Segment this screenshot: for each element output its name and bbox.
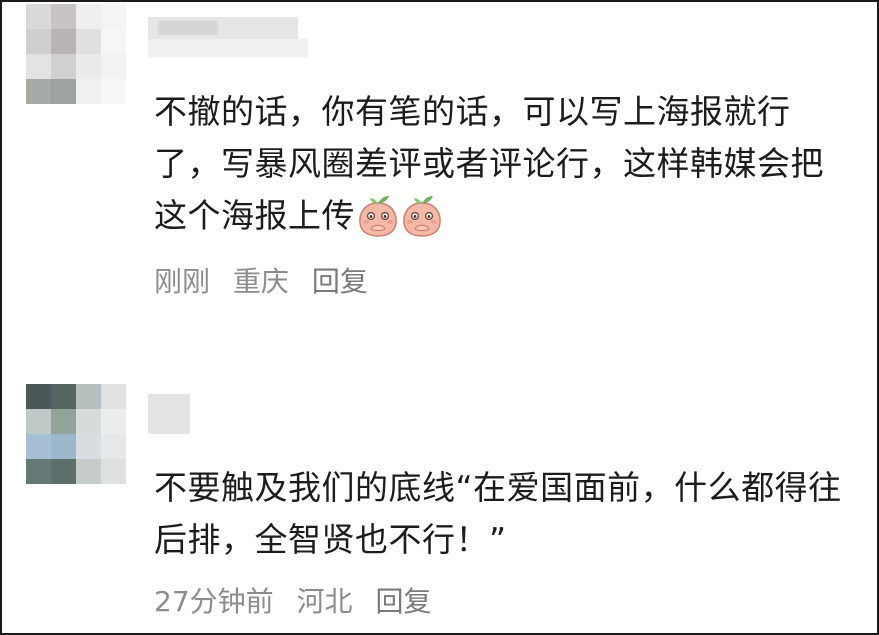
avatar-mosaic-cell <box>26 409 51 434</box>
avatar-mosaic-cell <box>26 79 51 104</box>
avatar-mosaic-cell <box>26 459 51 484</box>
avatar-mosaic-cell <box>101 29 126 54</box>
avatar-mosaic-cell <box>101 459 126 484</box>
reply-button[interactable]: 回复 <box>312 265 368 298</box>
avatar-mosaic-cell <box>101 54 126 79</box>
comment-meta: 27分钟前 河北 回复 <box>154 580 431 620</box>
avatar-mosaic-cell <box>101 79 126 104</box>
comment-text: 不要触及我们的底线“在爱国面前，什么都得往后排，全智贤也不行！” <box>154 462 854 566</box>
avatar-mosaic-cell <box>26 384 51 409</box>
comment-time: 27分钟前 <box>154 585 274 618</box>
avatar[interactable] <box>26 384 126 484</box>
avatar-mosaic-cell <box>51 54 76 79</box>
avatar-mosaic-cell <box>26 54 51 79</box>
avatar-mosaic-cell <box>51 434 76 459</box>
comment-time: 刚刚 <box>154 265 211 298</box>
username-blurred[interactable] <box>148 17 308 57</box>
avatar-mosaic-cell <box>76 54 101 79</box>
avatar-mosaic-cell <box>76 409 101 434</box>
avatar-mosaic-cell <box>51 4 76 29</box>
avatar-mosaic-cell <box>76 79 101 104</box>
comment-location: 重庆 <box>232 265 289 298</box>
comment-item: 不撤的话，你有笔的话，可以写上海报就行了，写暴风圈差评或者评论行，这样韩媒会把这… <box>2 2 877 342</box>
avatar-mosaic-cell <box>26 434 51 459</box>
avatar-mosaic-cell <box>51 29 76 54</box>
comment-meta: 刚刚 重庆 回复 <box>154 260 368 300</box>
avatar-mosaic-cell <box>51 459 76 484</box>
comment-location: 河北 <box>296 585 353 618</box>
avatar-mosaic-cell <box>101 4 126 29</box>
peach-covering-mouth-emoji <box>403 196 441 237</box>
comment-text-content: 不要触及我们的底线“在爱国面前，什么都得往后排，全智贤也不行！” <box>154 468 842 559</box>
avatar-mosaic-cell <box>51 409 76 434</box>
avatar-mosaic-cell <box>101 409 126 434</box>
peach-covering-mouth-emoji <box>359 196 397 237</box>
avatar-mosaic-cell <box>101 384 126 409</box>
avatar-mosaic-cell <box>76 459 101 484</box>
avatar-mosaic-cell <box>51 384 76 409</box>
avatar-mosaic-cell <box>76 384 101 409</box>
avatar-mosaic-cell <box>26 4 51 29</box>
comment-item: 不要触及我们的底线“在爱国面前，什么都得往后排，全智贤也不行！” 27分钟前 河… <box>2 372 877 633</box>
avatar-mosaic-cell <box>101 434 126 459</box>
comment-list: 不撤的话，你有笔的话，可以写上海报就行了，写暴风圈差评或者评论行，这样韩媒会把这… <box>0 0 879 635</box>
avatar-mosaic-cell <box>51 79 76 104</box>
reply-button[interactable]: 回复 <box>375 585 431 618</box>
avatar[interactable] <box>26 4 126 104</box>
avatar-mosaic-cell <box>76 29 101 54</box>
comment-text: 不撤的话，你有笔的话，可以写上海报就行了，写暴风圈差评或者评论行，这样韩媒会把这… <box>154 86 854 242</box>
avatar-mosaic-cell <box>26 29 51 54</box>
username-blurred[interactable] <box>148 394 190 434</box>
avatar-mosaic-cell <box>76 434 101 459</box>
comment-text-content: 不撤的话，你有笔的话，可以写上海报就行了，写暴风圈差评或者评论行，这样韩媒会把这… <box>154 92 824 235</box>
avatar-mosaic-cell <box>76 4 101 29</box>
